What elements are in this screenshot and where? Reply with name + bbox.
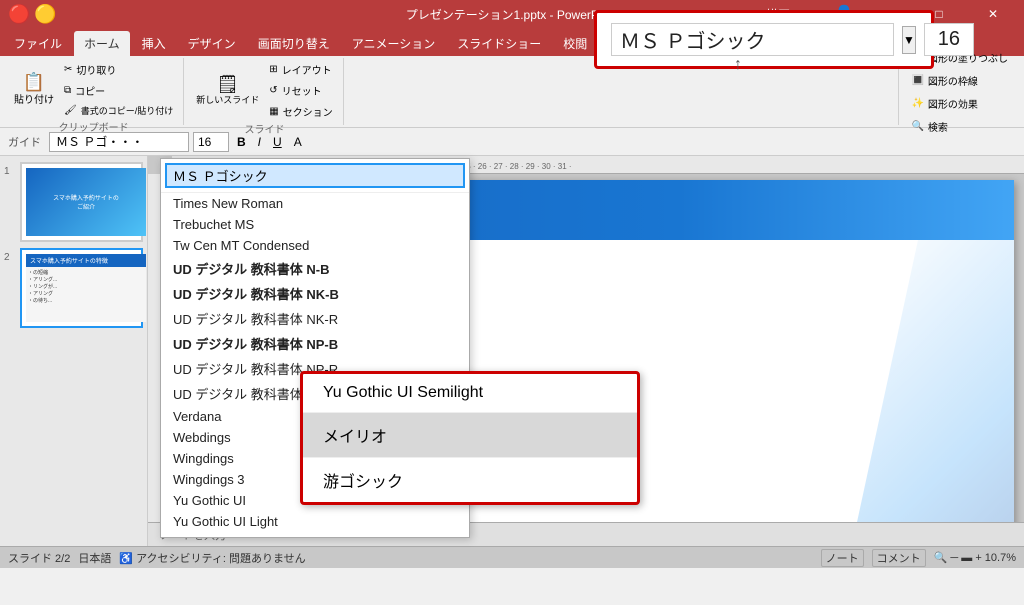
accessibility-status: ♿ アクセシビリティ: 問題ありません xyxy=(119,550,305,566)
format-painter-icon: 🖌 xyxy=(64,105,77,116)
slide-2-thumb[interactable]: スマホ購入予約サイトの特徴 ・の短縮・アリング...・リングが...・アリング・… xyxy=(20,248,143,328)
shape-effect-button[interactable]: ✨ 図形の効果 xyxy=(907,94,1012,113)
layout-icon: ⊞ xyxy=(269,64,277,75)
slide-1-bg: スマホ購入予約サイトのご紹介 xyxy=(26,168,146,236)
font-bar: ガイド B I U A xyxy=(0,128,1024,156)
paste-icon: 📋 xyxy=(23,73,45,91)
slide-decoration xyxy=(854,240,1014,536)
font-item-ud-npb[interactable]: UD デジタル 教科書体 NP-B xyxy=(161,331,469,356)
font-item-twcen[interactable]: Tw Cen MT Condensed xyxy=(161,235,469,256)
font-size-input[interactable] xyxy=(193,132,229,152)
font-search-input[interactable] xyxy=(165,163,465,188)
status-bar: スライド 2/2 日本語 ♿ アクセシビリティ: 問題ありません ノート コメン… xyxy=(0,546,1024,568)
slide-2-bg: スマホ購入予約サイトの特徴 ・の短縮・アリング...・リングが...・アリング・… xyxy=(26,254,146,322)
tab-transitions[interactable]: 画面切り替え xyxy=(248,31,340,56)
new-slide-icon: 🗒 xyxy=(216,75,239,93)
slide-2-title: スマホ購入予約サイトの特徴 xyxy=(26,254,146,267)
copy-button[interactable]: ⧉ コピー xyxy=(60,81,177,100)
slide-2-number: 2 xyxy=(4,252,10,263)
tab-slideshow[interactable]: スライドショー xyxy=(447,31,551,56)
font-item-ud-nb[interactable]: UD デジタル 教科書体 N-B xyxy=(161,256,469,281)
note-button[interactable]: ノート xyxy=(821,549,864,567)
font-name-overlay: ▼ ↑ xyxy=(594,10,934,69)
layout-button[interactable]: ⊞ レイアウト xyxy=(265,60,336,79)
tab-home[interactable]: ホーム xyxy=(74,31,130,56)
font-item-trebuchet[interactable]: Trebuchet MS xyxy=(161,214,469,235)
shape-outline-icon: 🔳 xyxy=(911,75,923,86)
font-search-container xyxy=(161,159,469,193)
format-painter-button[interactable]: 🖌 書式のコピー/貼り付け xyxy=(60,102,177,119)
font-name-overlay-input[interactable] xyxy=(611,23,894,56)
section-icon: ▦ xyxy=(269,106,278,117)
copy-icon: ⧉ xyxy=(64,85,71,96)
title-text: プレゼンテーション1.pptx - PowerPoint xyxy=(406,6,618,23)
reset-icon: ↺ xyxy=(269,85,277,96)
tooltip-item-yugothic-semilight[interactable]: Yu Gothic UI Semilight xyxy=(303,374,637,413)
slide-1-container: 1 スマホ購入予約サイトのご紹介 xyxy=(20,162,143,242)
font-size-overlay-input[interactable] xyxy=(924,23,974,56)
shape-outline-button[interactable]: 🔳 図形の枠線 xyxy=(907,71,1012,90)
search-icon: 🔍 xyxy=(911,121,923,132)
tooltip-item-yugothic[interactable]: 游ゴシック xyxy=(303,458,637,502)
italic-button[interactable]: I xyxy=(254,133,265,151)
cut-icon: ✂ xyxy=(64,64,72,75)
tab-design[interactable]: デザイン xyxy=(178,31,246,56)
zoom-control[interactable]: 🔍 ─ ▬ + 10.7% xyxy=(934,551,1016,564)
tooltip-item-meiryo[interactable]: メイリオ xyxy=(303,413,637,458)
status-left: スライド 2/2 日本語 ♿ アクセシビリティ: 問題ありません xyxy=(8,550,306,566)
mouse-cursor-icon: ↑ xyxy=(734,56,742,74)
underline-button[interactable]: U xyxy=(269,133,286,151)
bold-button[interactable]: B xyxy=(233,133,250,151)
new-slide-button[interactable]: 🗒 新しいスライド xyxy=(192,73,263,108)
font-item-ud-nkb[interactable]: UD デジタル 教科書体 NK-B xyxy=(161,281,469,306)
slide-2-body: ・の短縮・アリング...・リングが...・アリング・の待ち... xyxy=(26,267,146,306)
ribbon-group-slides: 🗒 新しいスライド ⊞ レイアウト ↺ リセット ▦ セクション スライド xyxy=(186,58,343,125)
guide-label: ガイド xyxy=(8,134,41,150)
slide-1-thumb[interactable]: スマホ購入予約サイトのご紹介 xyxy=(20,162,143,242)
font-color-button[interactable]: A xyxy=(290,133,306,151)
section-button[interactable]: ▦ セクション xyxy=(265,102,336,121)
tab-file[interactable]: ファイル xyxy=(4,31,72,56)
clipboard-content: 📋 貼り付け ✂ 切り取り ⧉ コピー 🖌 書式のコピー/貼り付け xyxy=(10,60,177,119)
comment-button[interactable]: コメント xyxy=(872,549,926,567)
reset-button[interactable]: ↺ リセット xyxy=(265,81,336,100)
tab-review[interactable]: 校閲 xyxy=(553,31,597,56)
font-tooltip: Yu Gothic UI Semilight メイリオ 游ゴシック xyxy=(300,371,640,505)
font-item-yugothicui-light[interactable]: Yu Gothic UI Light xyxy=(161,511,469,532)
slide-2-container: 2 スマホ購入予約サイトの特徴 ・の短縮・アリング...・リングが...・アリン… xyxy=(20,248,143,328)
status-right: ノート コメント 🔍 ─ ▬ + 10.7% xyxy=(821,549,1016,567)
slide-2-content: スマホ購入予約サイトの特徴 ・の短縮・アリング...・リングが...・アリング・… xyxy=(26,254,146,322)
shape-effect-icon: ✨ xyxy=(911,98,923,109)
language-indicator: 日本語 xyxy=(78,550,111,566)
slide-1-text: スマホ購入予約サイトのご紹介 xyxy=(49,189,123,215)
font-dropdown-arrow[interactable]: ▼ xyxy=(902,26,916,54)
slides-content: 🗒 新しいスライド ⊞ レイアウト ↺ リセット ▦ セクション xyxy=(192,60,336,121)
cut-button[interactable]: ✂ 切り取り xyxy=(60,60,177,79)
font-item-times[interactable]: Times New Roman xyxy=(161,193,469,214)
slide-panel: 1 スマホ購入予約サイトのご紹介 2 スマホ購入予約サイトの特徴 ・の短縮・アリ… xyxy=(0,156,148,546)
slide-1-number: 1 xyxy=(4,166,10,177)
tab-insert[interactable]: 挿入 xyxy=(132,31,176,56)
font-item-yugothicui-semibold[interactable]: Yu Gothic UI Semibold xyxy=(161,532,469,538)
search-button[interactable]: 🔍 検索 xyxy=(907,117,1012,136)
ribbon-group-clipboard: 📋 貼り付け ✂ 切り取り ⧉ コピー 🖌 書式のコピー/貼り付け クリップボー… xyxy=(4,58,184,125)
font-item-ud-nkr[interactable]: UD デジタル 教科書体 NK-R xyxy=(161,306,469,331)
tab-animations[interactable]: アニメーション xyxy=(342,31,446,56)
slide-1-content: スマホ購入予約サイトのご紹介 xyxy=(26,168,146,236)
font-name-input[interactable] xyxy=(49,132,189,152)
close-button[interactable]: ✕ xyxy=(970,0,1016,28)
slide-info: スライド 2/2 xyxy=(8,550,70,566)
paste-button[interactable]: 📋 貼り付け xyxy=(10,71,58,108)
